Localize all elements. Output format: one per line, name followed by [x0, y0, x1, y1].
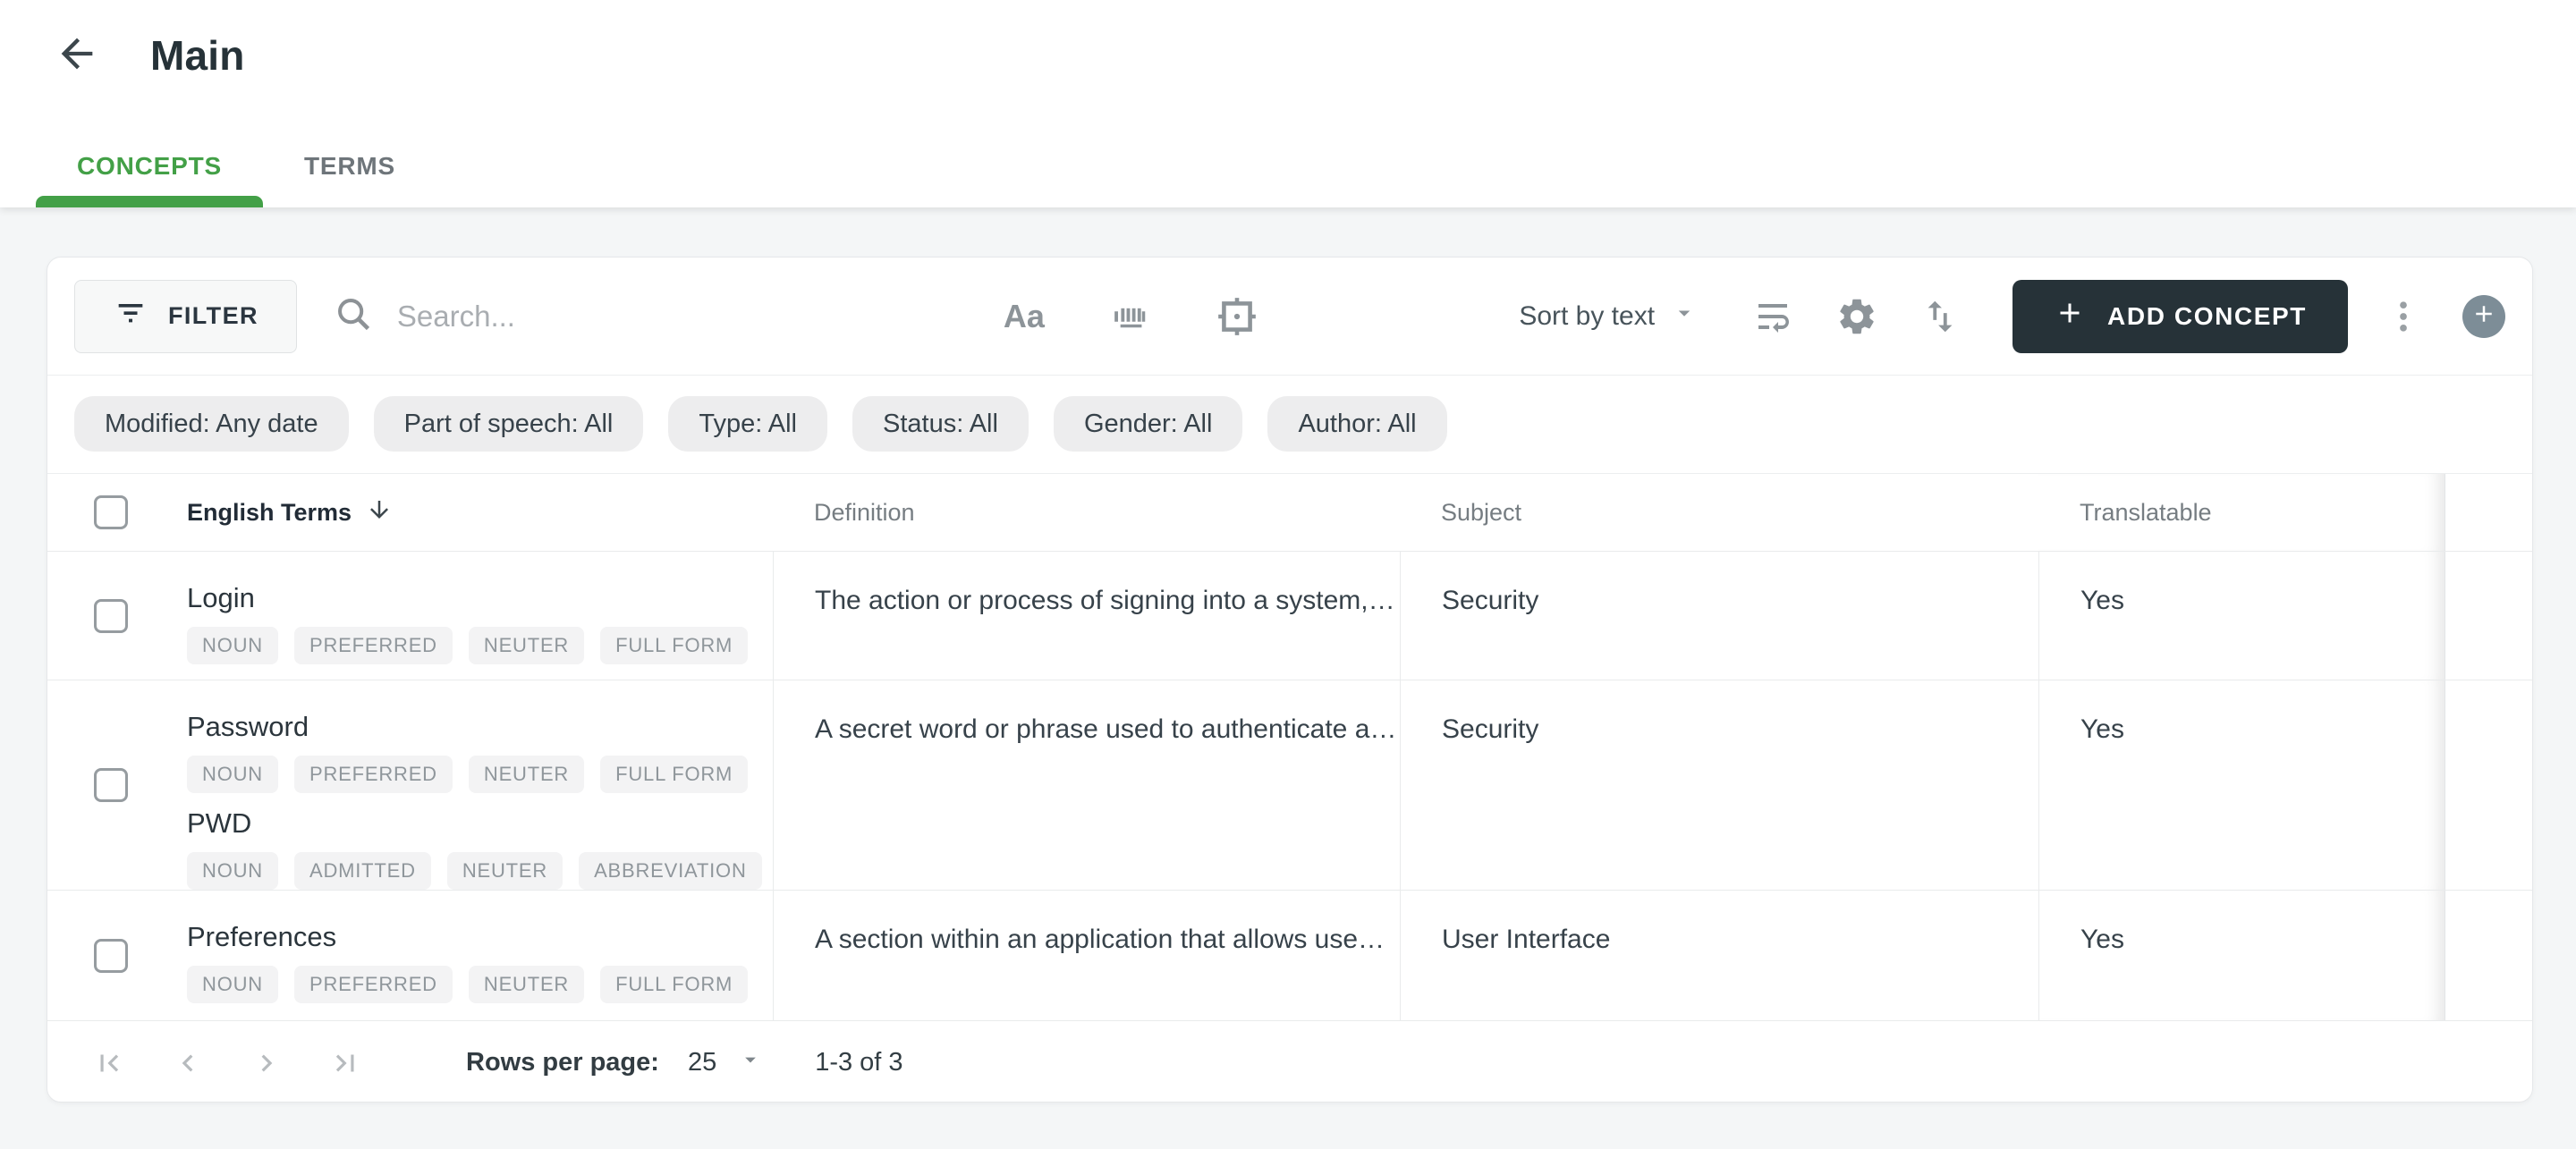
column-header-translatable: Translatable	[2038, 474, 2445, 551]
column-header-subject: Subject	[1441, 498, 1522, 526]
term-tag: NOUN	[187, 756, 278, 793]
more-options-kebab-icon[interactable]	[2384, 297, 2423, 336]
chip-gender[interactable]: Gender: All	[1053, 396, 1243, 452]
last-page-button[interactable]	[328, 1046, 362, 1080]
search-options: Aa	[1004, 294, 1259, 339]
page-header: Main CONCEPTS TERMS	[0, 0, 2576, 207]
chip-modified[interactable]: Modified: Any date	[74, 396, 349, 452]
row-checkbox[interactable]	[94, 768, 128, 802]
page-title: Main	[150, 32, 245, 79]
table-row-preferences[interactable]: Preferences NOUN PREFERRED NEUTER FULL F…	[47, 890, 2532, 1020]
import-export-icon[interactable]	[1919, 296, 1961, 337]
column-header-english-terms[interactable]: English Terms	[133, 474, 773, 551]
term-tag: PREFERRED	[293, 627, 453, 664]
add-concept-label: ADD CONCEPT	[2107, 301, 2307, 330]
table-row-login[interactable]: Login NOUN PREFERRED NEUTER FULL FORM Th…	[47, 551, 2532, 680]
first-page-button[interactable]	[92, 1046, 126, 1080]
filter-chip-row: Modified: Any date Part of speech: All T…	[47, 375, 2532, 473]
caret-down-icon	[1671, 300, 1698, 334]
sort-by-dropdown[interactable]: Sort by text	[1519, 300, 1698, 334]
row-checkbox[interactable]	[94, 598, 128, 633]
term-tag: FULL FORM	[600, 756, 749, 793]
term-tag: NEUTER	[468, 627, 585, 664]
subject-cell: Security	[1400, 552, 2038, 680]
term-tag: NEUTER	[468, 966, 585, 1003]
term-tag: FULL FORM	[600, 627, 749, 664]
concepts-card: FILTER Aa Sort by text	[47, 257, 2533, 1103]
definition-cell: The action or process of signing into a …	[773, 552, 1400, 680]
previous-page-button[interactable]	[171, 1046, 205, 1080]
match-case-toggle[interactable]: Aa	[1004, 298, 1045, 335]
rows-per-page-label: Rows per page:	[466, 1048, 659, 1077]
plus-icon	[2054, 297, 2086, 335]
back-button[interactable]	[52, 30, 102, 80]
term-text: Preferences	[187, 921, 337, 952]
column-header-definition: Definition	[814, 498, 915, 526]
settings-gear-icon[interactable]	[1835, 295, 1878, 338]
chip-part-of-speech[interactable]: Part of speech: All	[373, 396, 644, 452]
search-box	[333, 293, 1004, 339]
concepts-table: English Terms Definition Subject Transla…	[47, 473, 2532, 1102]
add-concept-button[interactable]: ADD CONCEPT	[2012, 279, 2348, 353]
term-tag: NOUN	[187, 627, 278, 664]
term-tag: PREFERRED	[293, 756, 453, 793]
term-tag: NOUN	[187, 852, 278, 890]
term-tag: ABBREVIATION	[579, 852, 762, 890]
term-tag: NEUTER	[446, 852, 564, 890]
pagination-range: 1-3 of 3	[815, 1048, 903, 1077]
quick-add-button[interactable]	[2462, 294, 2505, 338]
translatable-cell: Yes	[2038, 552, 2445, 680]
definition-cell: A secret word or phrase used to authenti…	[773, 680, 1400, 890]
term-tag: FULL FORM	[600, 966, 749, 1003]
definition-cell: A section within an application that all…	[773, 891, 1400, 1020]
filter-icon	[113, 295, 148, 337]
rows-per-page-select[interactable]: 25	[688, 1047, 763, 1079]
translatable-cell: Yes	[2038, 891, 2445, 1020]
exact-match-icon[interactable]	[1215, 294, 1259, 339]
term-tag: NOUN	[187, 966, 278, 1003]
term-text: PWD	[187, 807, 252, 839]
filter-button-label: FILTER	[168, 302, 258, 329]
wrap-text-icon[interactable]	[1751, 295, 1794, 338]
view-controls	[1751, 295, 1961, 338]
plus-circle-icon	[2470, 300, 2497, 332]
sort-by-label: Sort by text	[1519, 300, 1656, 331]
term-tag: NEUTER	[468, 756, 585, 793]
sort-arrow-down-icon	[366, 496, 393, 529]
chip-type[interactable]: Type: All	[668, 396, 827, 452]
tab-concepts[interactable]: CONCEPTS	[36, 152, 263, 207]
table-row-password[interactable]: Password NOUN PREFERRED NEUTER FULL FORM…	[47, 680, 2532, 890]
term-text: Password	[187, 711, 309, 742]
search-input[interactable]	[396, 299, 952, 334]
chip-status[interactable]: Status: All	[852, 396, 1029, 452]
next-page-button[interactable]	[250, 1046, 284, 1080]
tab-terms[interactable]: TERMS	[263, 152, 436, 207]
term-tag: PREFERRED	[293, 966, 453, 1003]
table-header-row: English Terms Definition Subject Transla…	[47, 474, 2532, 551]
search-icon	[333, 293, 374, 339]
filter-button[interactable]: FILTER	[74, 279, 297, 353]
translatable-cell: Yes	[2038, 680, 2445, 890]
pagination-bar: Rows per page: 25 1-3 of 3	[47, 1020, 2532, 1102]
arrow-left-icon	[54, 30, 100, 81]
term-text: Login	[187, 582, 255, 613]
select-all-checkbox[interactable]	[94, 495, 128, 529]
chip-author[interactable]: Author: All	[1267, 396, 1447, 452]
term-tag: ADMITTED	[293, 852, 431, 890]
term-bars-icon[interactable]	[1109, 296, 1150, 337]
subject-cell: User Interface	[1400, 891, 2038, 1020]
subject-cell: Security	[1400, 680, 2038, 890]
row-checkbox[interactable]	[94, 938, 128, 973]
tab-bar: CONCEPTS TERMS	[36, 152, 436, 207]
caret-down-icon	[738, 1047, 763, 1079]
toolbar: FILTER Aa Sort by text	[47, 258, 2532, 375]
